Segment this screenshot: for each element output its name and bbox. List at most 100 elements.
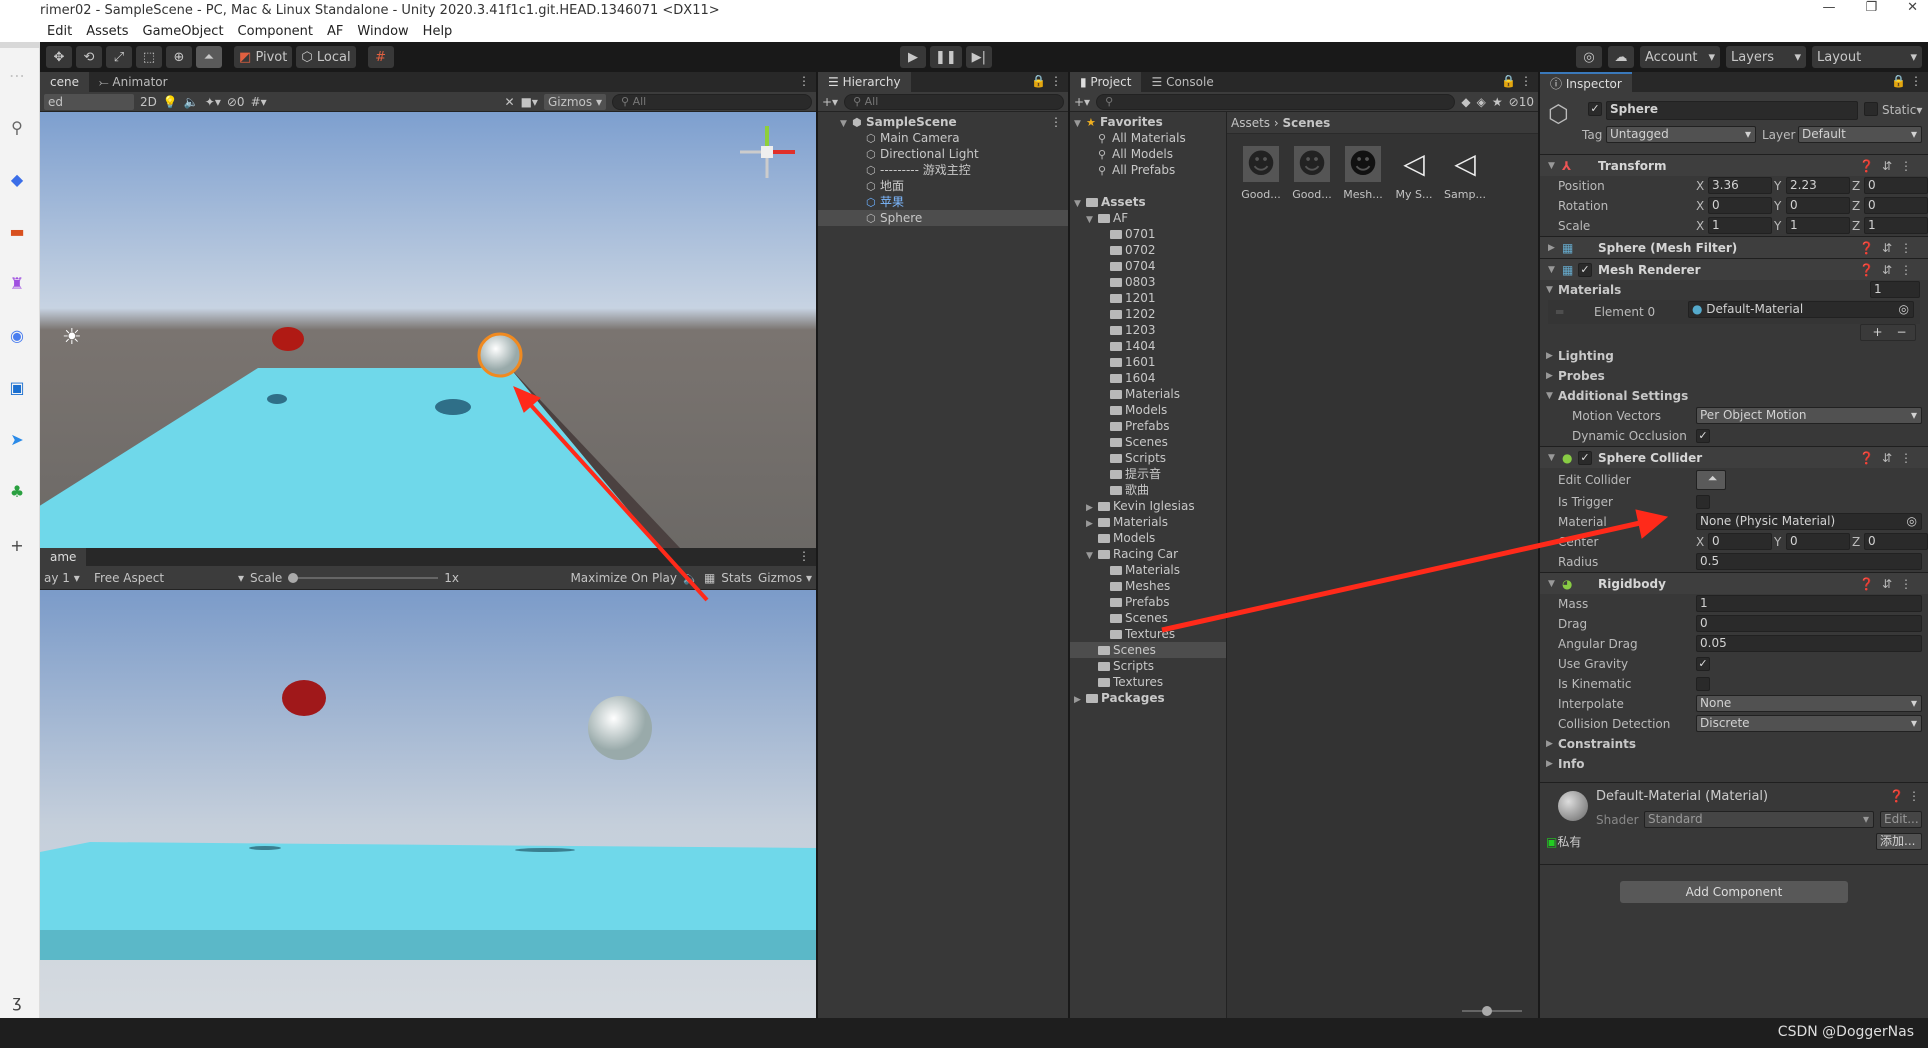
chevron-icon[interactable]: ▶ xyxy=(1546,371,1558,381)
component-tools-icon[interactable]: ❓⇵⋮ xyxy=(1859,241,1920,255)
layers-dropdown[interactable]: Layers ▾ xyxy=(1726,46,1806,68)
enabled-checkbox[interactable]: ✓ xyxy=(1578,262,1592,277)
gizmos-dropdown[interactable]: Gizmos ▾ xyxy=(543,93,606,110)
project-tree-item[interactable]: 1601 xyxy=(1070,354,1226,370)
project-tree-item[interactable]: Prefabs xyxy=(1070,594,1226,610)
motion-vectors-dropdown[interactable]: Per Object Motion ▾ xyxy=(1696,407,1922,424)
project-tree-item[interactable]: 提示音 xyxy=(1070,466,1226,482)
add-element-button[interactable]: + xyxy=(1872,325,1882,339)
project-tree-item[interactable]: 1202 xyxy=(1070,306,1226,322)
project-tree-item[interactable]: ▶ Packages xyxy=(1070,690,1226,706)
physic-material-field[interactable]: None (Physic Material) ◎ xyxy=(1696,513,1922,530)
effects-icon[interactable]: ✦▾ xyxy=(205,95,221,109)
grid-icon[interactable]: #▾ xyxy=(251,95,267,109)
menu-window[interactable]: Window xyxy=(357,22,408,42)
active-checkbox[interactable]: ✓ xyxy=(1588,102,1602,116)
step-button[interactable]: ▶| xyxy=(965,46,992,68)
scale-z-input[interactable]: 1 xyxy=(1864,217,1928,234)
foldout-label[interactable]: Lighting xyxy=(1558,349,1614,363)
menu-help[interactable]: Help xyxy=(423,22,453,42)
tab-animator[interactable]: ⤚ Animator xyxy=(89,72,178,92)
project-tree-item[interactable]: 0702 xyxy=(1070,242,1226,258)
project-tree-item[interactable]: ▼ Assets xyxy=(1070,194,1226,210)
radius-input[interactable]: 0.5 xyxy=(1696,553,1922,570)
hierarchy-item[interactable]: ▼ ⬢ SampleScene ⋮ xyxy=(818,114,1068,130)
center-y-input[interactable]: 0 xyxy=(1786,533,1850,550)
project-tree-item[interactable]: Materials xyxy=(1070,386,1226,402)
toolbox-app-icon[interactable]: ▬ xyxy=(4,222,30,241)
center-z-input[interactable]: 0 xyxy=(1864,533,1928,550)
shader-dropdown[interactable]: Standard ▾ xyxy=(1644,811,1874,828)
menu-component[interactable]: Component xyxy=(238,22,313,42)
tag-app-icon[interactable]: ◆ xyxy=(4,170,30,189)
collab-icon[interactable]: ◎ xyxy=(1576,46,1602,68)
2d-toggle[interactable]: 2D xyxy=(140,95,157,109)
aspect-dropdown[interactable]: Free Aspect ▾ xyxy=(94,571,244,585)
project-tree-item[interactable]: 1604 xyxy=(1070,370,1226,386)
project-tree-item[interactable]: Scenes xyxy=(1070,434,1226,450)
tab-console[interactable]: ☰ Console xyxy=(1141,72,1223,92)
project-tree-item[interactable]: 1404 xyxy=(1070,338,1226,354)
lighting-icon[interactable]: 💡 xyxy=(163,95,178,109)
lock-icon[interactable]: 🔒 ⋮ xyxy=(1031,74,1062,88)
rotate-tool-icon[interactable]: ⟲ xyxy=(76,46,102,68)
chess-app-icon[interactable]: ♜ xyxy=(4,274,30,293)
project-tree-item[interactable]: ⚲ All Materials xyxy=(1070,130,1226,146)
minimize-button[interactable]: — xyxy=(1822,0,1835,22)
cloud-icon[interactable]: ☁ xyxy=(1608,46,1634,68)
asset-item[interactable]: ◁ My S... xyxy=(1392,146,1436,201)
search-icon[interactable]: ⚲ xyxy=(4,118,30,137)
more-icon[interactable]: ⋯ xyxy=(4,66,30,85)
asset-item[interactable]: ☻ Mesh... xyxy=(1341,146,1385,201)
hierarchy-item[interactable]: ⬡ Sphere xyxy=(818,210,1068,226)
edit-collider-button[interactable]: ⏶ xyxy=(1696,470,1726,490)
scene-search[interactable]: ⚲ All xyxy=(612,93,812,110)
camera-icon[interactable]: ■▾ xyxy=(521,95,538,109)
create-button[interactable]: +▾ xyxy=(822,95,838,109)
chevron-icon[interactable]: ▶ xyxy=(1546,351,1558,361)
hierarchy-item[interactable]: ⬡ Main Camera xyxy=(818,130,1068,146)
more-icon[interactable]: ⋮ xyxy=(798,549,810,563)
project-tree-item[interactable]: ▼ ★ Favorites xyxy=(1070,114,1226,130)
remove-element-button[interactable]: − xyxy=(1897,325,1907,339)
center-x-input[interactable]: 0 xyxy=(1708,533,1772,550)
add-component-button[interactable]: Add Component xyxy=(1620,881,1848,903)
component-tools-icon[interactable]: ❓⇵⋮ xyxy=(1859,263,1920,277)
account-dropdown[interactable]: Account ▾ xyxy=(1640,46,1720,68)
sphere-selected[interactable] xyxy=(477,332,523,378)
project-tree-item[interactable]: ▼ AF xyxy=(1070,210,1226,226)
static-checkbox[interactable] xyxy=(1864,102,1878,116)
asset-item[interactable]: ☻ Good... xyxy=(1239,146,1283,201)
close-window-button[interactable]: ✕ xyxy=(1907,0,1918,22)
project-tree-item[interactable]: Textures xyxy=(1070,626,1226,642)
hierarchy-item[interactable]: ⬡ --------- 游戏主控 xyxy=(818,162,1068,178)
tab-project[interactable]: ▮ Project xyxy=(1070,72,1142,92)
game-view[interactable] xyxy=(40,590,816,1018)
layer-dropdown[interactable]: Default ▾ xyxy=(1798,126,1922,143)
component-header-transform[interactable]: ▼ ⅄ Transform ❓⇵⋮ xyxy=(1540,154,1928,176)
enabled-checkbox[interactable]: ✓ xyxy=(1578,450,1592,465)
project-tree-item[interactable]: ⚲ All Prefabs xyxy=(1070,162,1226,178)
tree-app-icon[interactable]: ♣ xyxy=(4,482,30,501)
drag-input[interactable]: 0 xyxy=(1696,615,1922,632)
project-tree-item[interactable]: 0704 xyxy=(1070,258,1226,274)
directional-light-icon[interactable]: ☀ xyxy=(62,325,82,350)
breadcrumb-assets[interactable]: Assets xyxy=(1231,116,1270,130)
project-tree-item[interactable]: ▶ Kevin Iglesias xyxy=(1070,498,1226,514)
rotation-z-input[interactable]: 0 xyxy=(1864,197,1928,214)
rect-tool-icon[interactable]: ⬚ xyxy=(136,46,162,68)
foldout-label[interactable]: Constraints xyxy=(1558,737,1636,751)
chevron-icon[interactable]: ▶ xyxy=(1548,243,1562,253)
project-tree-item[interactable]: Scenes xyxy=(1070,642,1226,658)
outlook-app-icon[interactable]: ▣ xyxy=(4,378,30,397)
object-picker-icon[interactable]: ◎ xyxy=(1907,514,1917,529)
collision-detection-dropdown[interactable]: Discrete ▾ xyxy=(1696,715,1922,732)
help-icon[interactable]: ❓ ⋮ xyxy=(1889,789,1920,803)
component-header-rigidbody[interactable]: ▼ ◕ Rigidbody ❓⇵⋮ xyxy=(1540,572,1928,594)
project-tree-item[interactable]: Meshes xyxy=(1070,578,1226,594)
lock-icon[interactable]: 🔒 ⋮ xyxy=(1891,74,1922,88)
project-search[interactable]: ⚲ xyxy=(1096,93,1456,110)
project-tree-item[interactable]: Scenes xyxy=(1070,610,1226,626)
add-icon[interactable]: + xyxy=(4,536,30,555)
menu-gameobject[interactable]: GameObject xyxy=(143,22,224,42)
